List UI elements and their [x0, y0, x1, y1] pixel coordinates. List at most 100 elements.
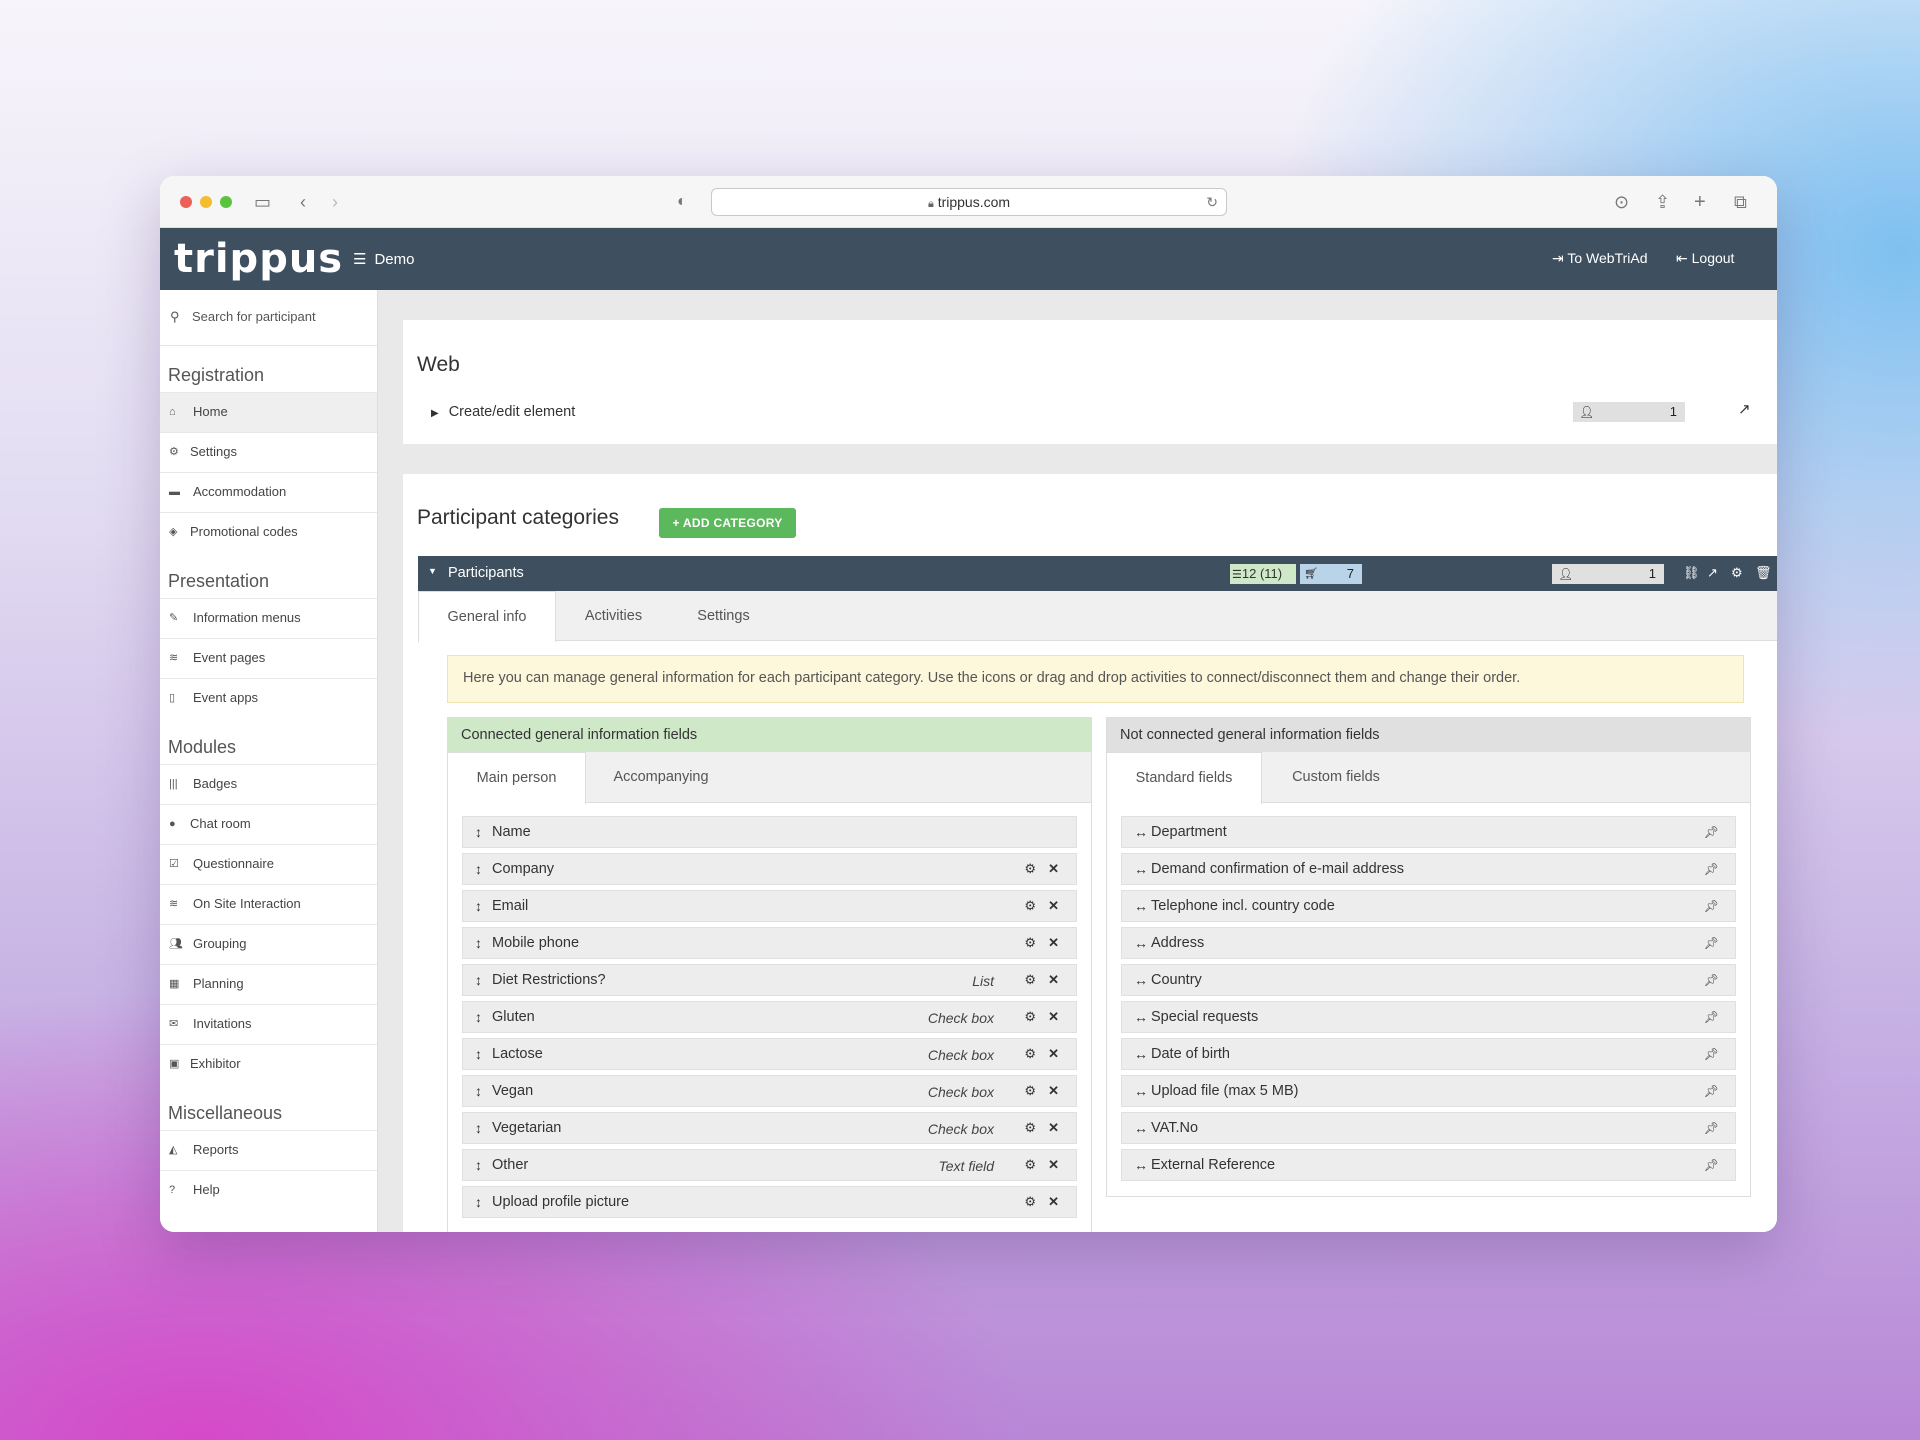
connected-field-row[interactable]: ↕ Email ⚙ ✕	[462, 890, 1077, 922]
not-connected-field-row[interactable]: ↔ Country 📌︎	[1121, 964, 1736, 996]
reload-icon[interactable]: ↻	[1206, 189, 1218, 215]
connected-field-row[interactable]: ↕ Upload profile picture ⚙ ✕	[462, 1186, 1077, 1218]
close-icon[interactable]: ✕	[1048, 891, 1059, 921]
sidebar-item-accommodation[interactable]: ▬ Accommodation	[160, 472, 377, 512]
drag-vertical-icon[interactable]: ↕	[475, 965, 482, 995]
close-icon[interactable]: ✕	[1048, 928, 1059, 958]
connected-field-row[interactable]: ↕ Vegan Check box ⚙ ✕	[462, 1075, 1077, 1107]
sidebar-item-home[interactable]: ⌂ Home	[160, 392, 377, 432]
connected-field-row[interactable]: ↕ Vegetarian Check box ⚙ ✕	[462, 1112, 1077, 1144]
gear-icon[interactable]: ⚙	[1024, 965, 1036, 995]
back-icon[interactable]: ‹	[300, 190, 306, 214]
gear-icon[interactable]: ⚙	[1024, 891, 1036, 921]
close-icon[interactable]: ✕	[1048, 854, 1059, 884]
sidebar-item-planning[interactable]: ▦ Planning	[160, 964, 377, 1004]
forward-icon[interactable]: ›	[332, 190, 338, 214]
drag-vertical-icon[interactable]: ↕	[475, 854, 482, 884]
pin-icon[interactable]: 📌︎	[1704, 1150, 1719, 1180]
category-header[interactable]: ▼ Participants ☰12 (11) 🛒︎ 7 👤︎ 1 ⛓ ↗ ⚙ …	[418, 556, 1777, 591]
sidebar-item-information-menus[interactable]: ✎ Information menus	[160, 598, 377, 638]
sidebar-item-exhibitor[interactable]: ▣ Exhibitor	[160, 1044, 377, 1084]
pin-icon[interactable]: 📌︎	[1704, 1039, 1719, 1069]
connected-field-row[interactable]: ↕ Mobile phone ⚙ ✕	[462, 927, 1077, 959]
drag-vertical-icon[interactable]: ↕	[475, 1187, 482, 1217]
close-icon[interactable]: ✕	[1048, 965, 1059, 995]
sidebar-item-questionnaire[interactable]: ☑ Questionnaire	[160, 844, 377, 884]
drag-horizontal-icon[interactable]: ↔	[1134, 1039, 1148, 1069]
pin-icon[interactable]: 📌︎	[1704, 965, 1719, 995]
minimize-window-button[interactable]	[200, 196, 212, 208]
close-icon[interactable]: ✕	[1048, 1187, 1059, 1217]
external-link-icon[interactable]: ↗	[1738, 400, 1751, 418]
new-tab-icon[interactable]: +	[1694, 190, 1706, 214]
link-icon[interactable]: ⛓	[1683, 565, 1700, 581]
close-icon[interactable]: ✕	[1048, 1039, 1059, 1069]
connected-field-row[interactable]: ↕ Other Text field ⚙ ✕	[462, 1149, 1077, 1181]
drag-horizontal-icon[interactable]: ↔	[1134, 1113, 1148, 1143]
tab-activities[interactable]: Activities	[556, 591, 671, 641]
create-edit-element-toggle[interactable]: ▶ Create/edit element	[431, 404, 575, 420]
drag-horizontal-icon[interactable]: ↔	[1134, 854, 1148, 884]
address-bar[interactable]: 🔒︎ trippus.com ↻	[711, 188, 1227, 216]
connected-field-row[interactable]: ↕ Lactose Check box ⚙ ✕	[462, 1038, 1077, 1070]
connected-field-row[interactable]: ↕ Company ⚙ ✕	[462, 853, 1077, 885]
gear-icon[interactable]: ⚙	[1024, 1113, 1036, 1143]
sidebar-item-on-site-interaction[interactable]: ≋ On Site Interaction	[160, 884, 377, 924]
gear-icon[interactable]: ⚙	[1024, 854, 1036, 884]
drag-horizontal-icon[interactable]: ↔	[1134, 1076, 1148, 1106]
tabs-overview-icon[interactable]: ⧉	[1734, 190, 1747, 214]
not-connected-field-row[interactable]: ↔ Telephone incl. country code 📌︎	[1121, 890, 1736, 922]
close-icon[interactable]: ✕	[1048, 1076, 1059, 1106]
pin-icon[interactable]: 📌︎	[1704, 1113, 1719, 1143]
drag-vertical-icon[interactable]: ↕	[475, 1150, 482, 1180]
trash-icon[interactable]: 🗑︎	[1755, 565, 1772, 581]
close-window-button[interactable]	[180, 196, 192, 208]
not-connected-field-row[interactable]: ↔ Demand confirmation of e-mail address 📌︎	[1121, 853, 1736, 885]
drag-vertical-icon[interactable]: ↕	[475, 1039, 482, 1069]
connected-field-row[interactable]: ↕ Name	[462, 816, 1077, 848]
drag-vertical-icon[interactable]: ↕	[475, 891, 482, 921]
sidebar-item-settings[interactable]: ⚙ Settings	[160, 432, 377, 472]
close-icon[interactable]: ✕	[1048, 1002, 1059, 1032]
connected-field-row[interactable]: ↕ Gluten Check box ⚙ ✕	[462, 1001, 1077, 1033]
pin-icon[interactable]: 📌︎	[1704, 1002, 1719, 1032]
not-connected-field-row[interactable]: ↔ VAT.No 📌︎	[1121, 1112, 1736, 1144]
tab-accompanying[interactable]: Accompanying	[586, 752, 736, 803]
drag-horizontal-icon[interactable]: ↔	[1134, 928, 1148, 958]
not-connected-field-row[interactable]: ↔ Date of birth 📌︎	[1121, 1038, 1736, 1070]
close-icon[interactable]: ✕	[1048, 1113, 1059, 1143]
gear-icon[interactable]: ⚙	[1024, 1150, 1036, 1180]
main-menu-button[interactable]: ☰ Demo	[353, 250, 414, 268]
drag-vertical-icon[interactable]: ↕	[475, 1113, 482, 1143]
download-icon[interactable]: ⊙	[1614, 190, 1629, 214]
sidebar-item-grouping[interactable]: 👥︎ Grouping	[160, 924, 377, 964]
pin-icon[interactable]: 📌︎	[1704, 891, 1719, 921]
drag-vertical-icon[interactable]: ↕	[475, 928, 482, 958]
drag-vertical-icon[interactable]: ↕	[475, 1002, 482, 1032]
gear-icon[interactable]: ⚙	[1731, 565, 1743, 581]
gear-icon[interactable]: ⚙	[1024, 1002, 1036, 1032]
participant-search[interactable]: ⚲ Search for participant	[160, 290, 377, 346]
close-icon[interactable]: ✕	[1048, 1150, 1059, 1180]
sidebar-item-reports[interactable]: ◭ Reports	[160, 1130, 377, 1170]
not-connected-field-row[interactable]: ↔ Department 📌︎	[1121, 816, 1736, 848]
sidebar-item-event-pages[interactable]: ≋ Event pages	[160, 638, 377, 678]
shield-icon[interactable]: ◐	[677, 190, 687, 214]
sidebar-toggle-icon[interactable]: ▭	[254, 190, 271, 214]
pin-icon[interactable]: 📌︎	[1704, 817, 1719, 847]
drag-horizontal-icon[interactable]: ↔	[1134, 1002, 1148, 1032]
not-connected-field-row[interactable]: ↔ Upload file (max 5 MB) 📌︎	[1121, 1075, 1736, 1107]
tab-main-person[interactable]: Main person	[447, 752, 586, 804]
drag-horizontal-icon[interactable]: ↔	[1134, 965, 1148, 995]
gear-icon[interactable]: ⚙	[1024, 1039, 1036, 1069]
not-connected-field-row[interactable]: ↔ Address 📌︎	[1121, 927, 1736, 959]
gear-icon[interactable]: ⚙	[1024, 928, 1036, 958]
tab-general-info[interactable]: General info	[418, 591, 556, 642]
not-connected-field-row[interactable]: ↔ Special requests 📌︎	[1121, 1001, 1736, 1033]
drag-horizontal-icon[interactable]: ↔	[1134, 1150, 1148, 1180]
sidebar-item-invitations[interactable]: ✉ Invitations	[160, 1004, 377, 1044]
not-connected-field-row[interactable]: ↔ External Reference 📌︎	[1121, 1149, 1736, 1181]
to-webtriad-link[interactable]: ⇥ To WebTriAd	[1552, 250, 1648, 267]
tab-custom-fields[interactable]: Custom fields	[1262, 752, 1410, 803]
drag-vertical-icon[interactable]: ↕	[475, 1076, 482, 1106]
